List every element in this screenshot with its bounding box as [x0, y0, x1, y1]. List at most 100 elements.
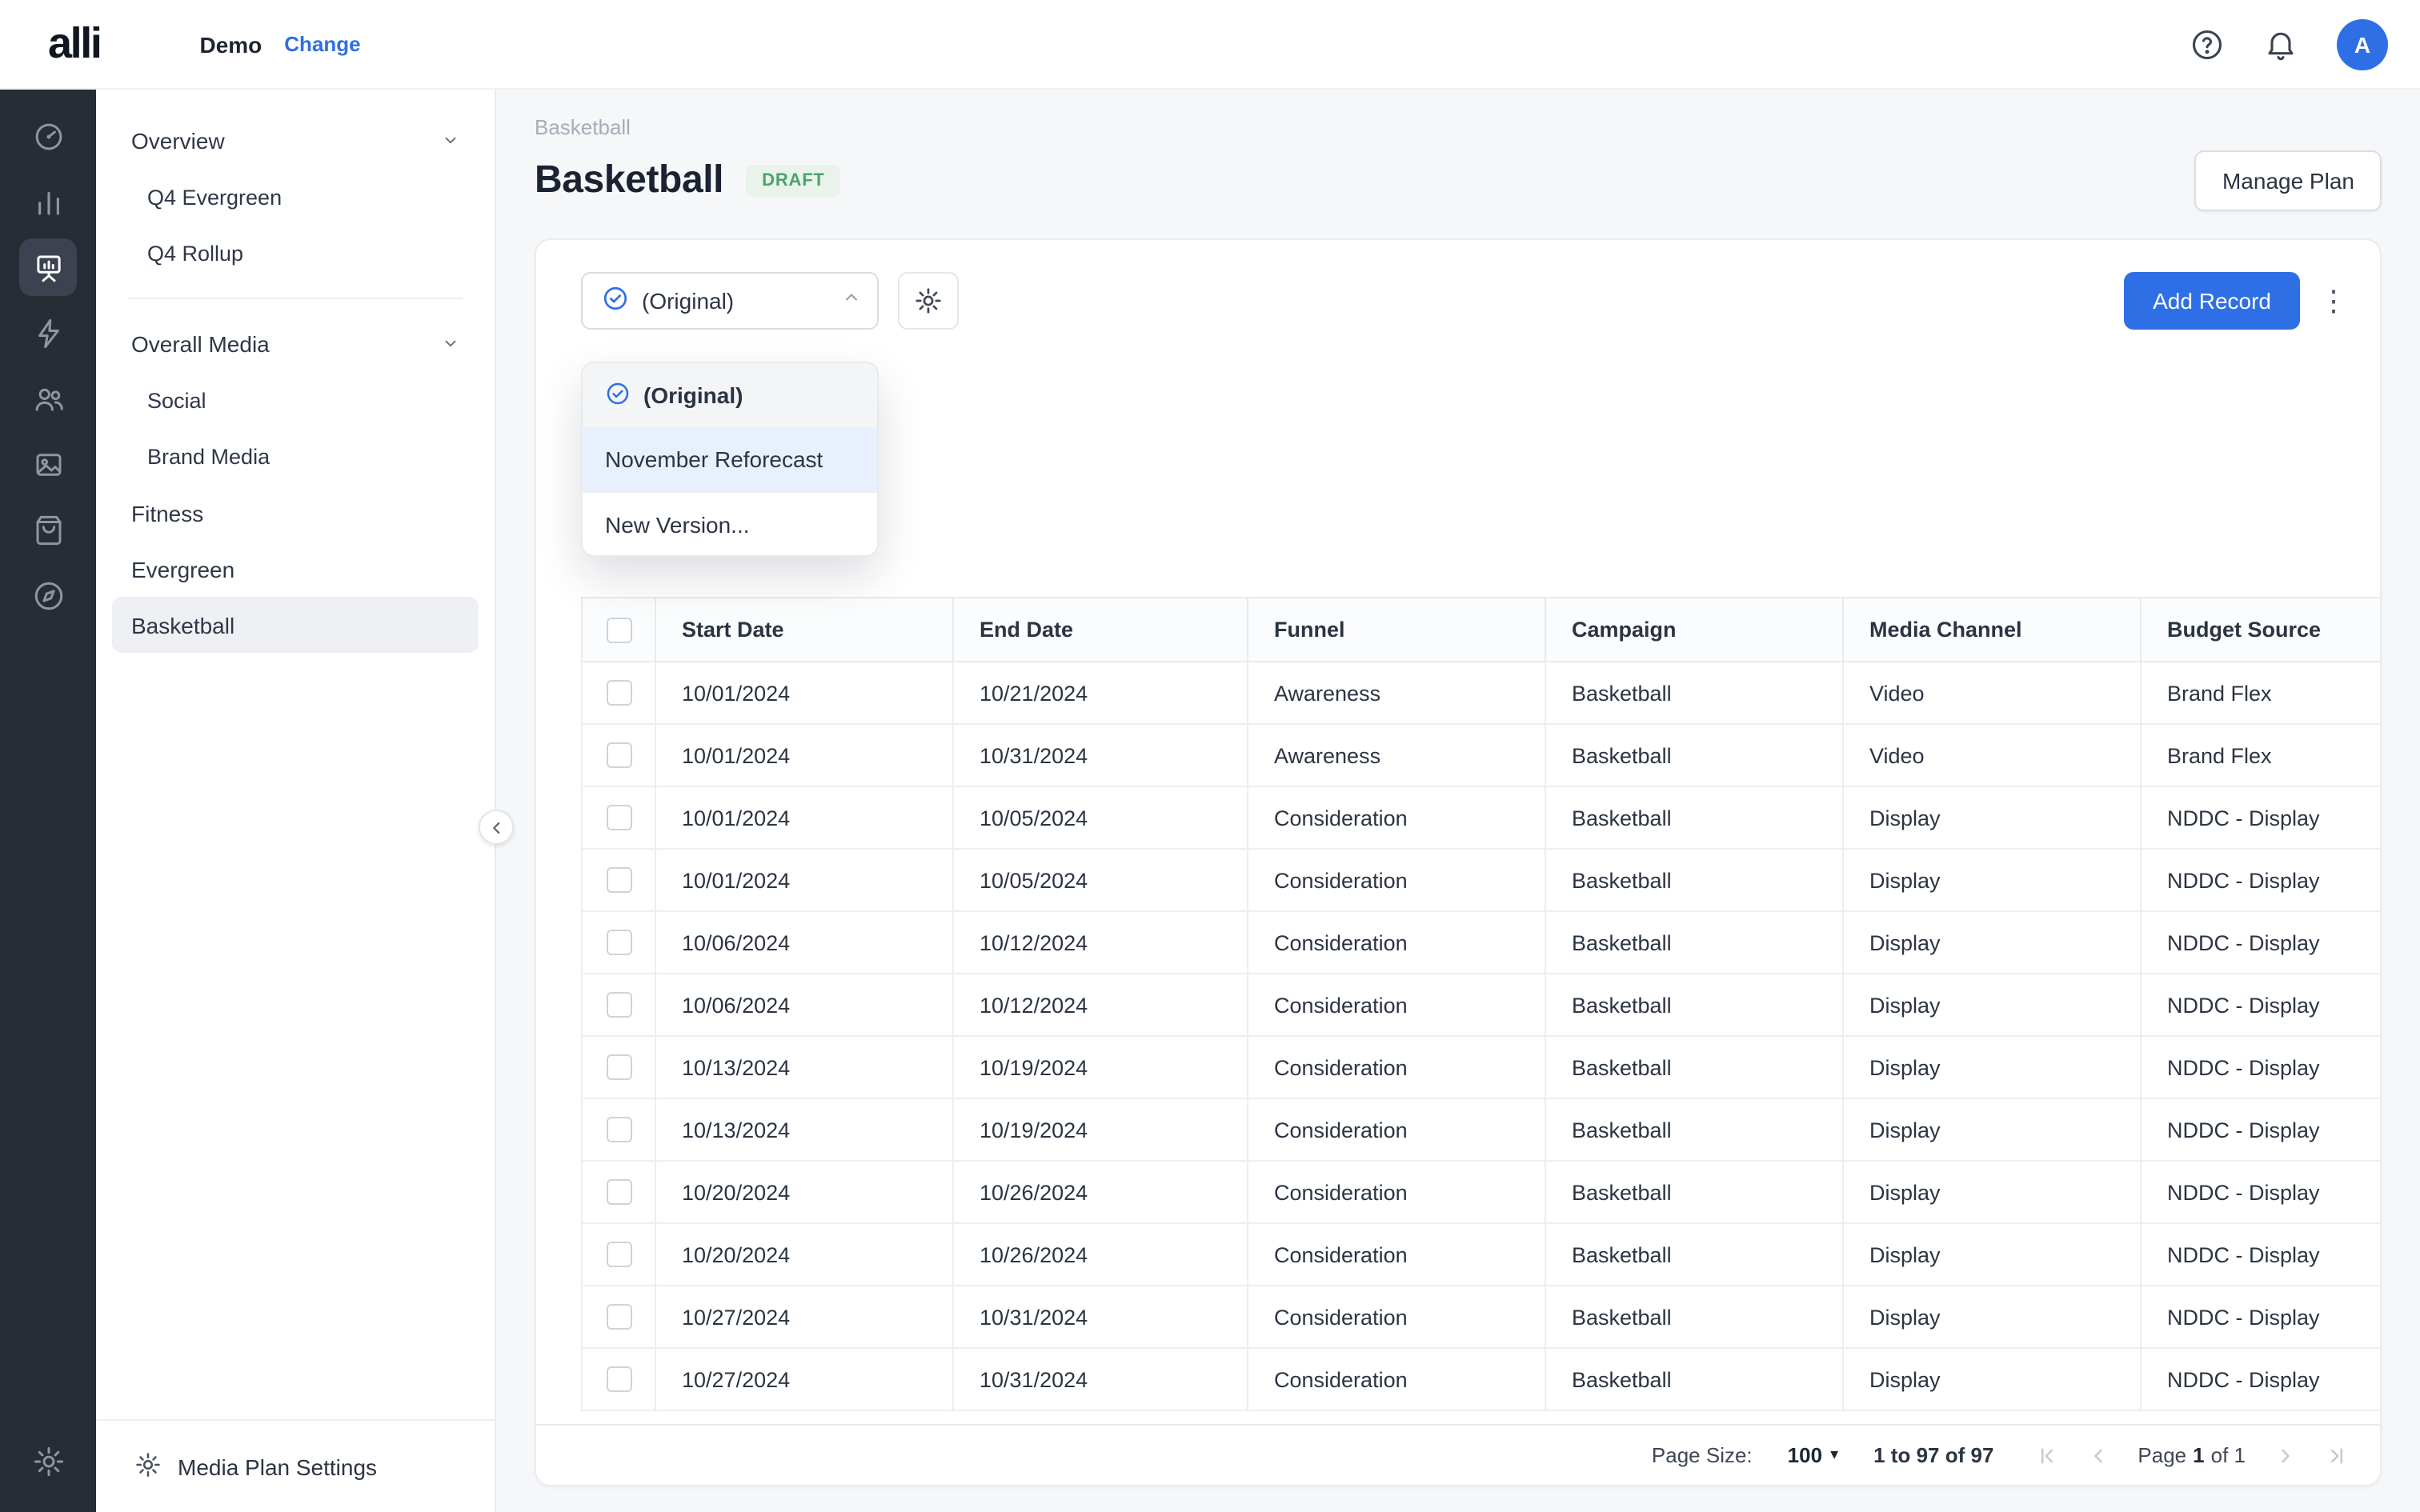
table-row: 10/01/202410/21/2024AwarenessBasketballV… [582, 662, 2380, 724]
table-cell: 10/12/2024 [953, 974, 1248, 1036]
check-circle-icon [602, 285, 629, 317]
topbar: alli Demo Change A [0, 0, 2420, 90]
version-option-november-reforecast[interactable]: November Reforecast [583, 427, 877, 491]
table-cell: 10/13/2024 [655, 1036, 953, 1098]
table-cell: NDDC - Display [2141, 911, 2380, 974]
media-plan-settings[interactable]: Media Plan Settings [96, 1419, 495, 1512]
column-header-funnel: Funnel [1248, 598, 1545, 662]
table-cell: 10/19/2024 [953, 1098, 1248, 1161]
row-checkbox[interactable] [606, 742, 631, 768]
row-checkbox[interactable] [606, 930, 631, 955]
table-cell: Awareness [1248, 724, 1545, 786]
reports-chart-icon[interactable] [19, 173, 77, 230]
table-row: 10/27/202410/31/2024ConsiderationBasketb… [582, 1286, 2380, 1348]
alli-logo: alli [48, 19, 100, 69]
row-checkbox[interactable] [606, 1117, 631, 1142]
sidebar-collapse-handle[interactable] [479, 810, 514, 845]
sidebar-item-basketball[interactable]: Basketball [112, 597, 479, 653]
column-header-start-date: Start Date [655, 598, 953, 662]
table-cell: Consideration [1248, 1223, 1545, 1286]
manage-plan-button[interactable]: Manage Plan [2195, 150, 2382, 211]
select-all-checkbox[interactable] [606, 617, 631, 642]
kebab-menu-icon[interactable]: ⋮ [2313, 272, 2354, 330]
table-cell: Display [1843, 1348, 2141, 1410]
commerce-bag-icon[interactable] [19, 501, 77, 558]
first-page-icon[interactable] [2029, 1438, 2064, 1473]
caret-down-icon: ▾ [1830, 1446, 1838, 1464]
column-header-media-channel: Media Channel [1843, 598, 2141, 662]
table-header-row: Start Date End Date Funnel Campaign Medi… [582, 598, 2380, 662]
table-cell: 10/27/2024 [655, 1348, 953, 1410]
table-cell: 10/26/2024 [953, 1161, 1248, 1223]
table-cell: 10/12/2024 [953, 911, 1248, 974]
prev-page-icon[interactable] [2080, 1438, 2115, 1473]
sidebar-item-fitness[interactable]: Fitness [112, 485, 479, 541]
table-settings-button[interactable] [898, 272, 959, 330]
user-avatar[interactable]: A [2337, 18, 2388, 70]
dashboard-icon[interactable] [19, 107, 77, 165]
version-option-original[interactable]: (Original) [583, 363, 877, 427]
sidebar-item-evergreen[interactable]: Evergreen [112, 541, 479, 597]
audiences-users-icon[interactable] [19, 370, 77, 427]
main-content: Basketball Basketball DRAFT Manage Plan [496, 90, 2420, 1512]
table-cell: 10/21/2024 [953, 662, 1248, 724]
creative-image-icon[interactable] [19, 435, 77, 493]
table-cell: NDDC - Display [2141, 1098, 2380, 1161]
table-cell: 10/06/2024 [655, 911, 953, 974]
media-plan-icon[interactable] [19, 238, 77, 296]
icon-rail [0, 90, 96, 1512]
row-checkbox[interactable] [606, 867, 631, 893]
table-cell: Basketball [1545, 1348, 1843, 1410]
table-cell: NDDC - Display [2141, 1036, 2380, 1098]
row-checkbox[interactable] [606, 1179, 631, 1205]
table-cell: NDDC - Display [2141, 1161, 2380, 1223]
page-size-select[interactable]: 100 ▾ [1788, 1443, 1838, 1467]
next-page-icon[interactable] [2268, 1438, 2303, 1473]
add-record-button[interactable]: Add Record [2124, 272, 2300, 330]
plan-card: (Original) Add Record ⋮ [535, 238, 2382, 1486]
workspace-change-link[interactable]: Change [284, 32, 360, 56]
table-cell: 10/13/2024 [655, 1098, 953, 1161]
notifications-bell-icon[interactable] [2263, 26, 2298, 62]
row-checkbox[interactable] [606, 1304, 631, 1330]
last-page-icon[interactable] [2319, 1438, 2354, 1473]
table-cell: 10/31/2024 [953, 724, 1248, 786]
table-cell: NDDC - Display [2141, 1286, 2380, 1348]
row-checkbox[interactable] [606, 1366, 631, 1392]
table-cell: Display [1843, 1161, 2141, 1223]
explore-compass-icon[interactable] [19, 566, 77, 624]
gear-icon [914, 286, 943, 315]
sidebar-section-overall-media[interactable]: Overall Media [112, 315, 479, 373]
sidebar-item-q4-evergreen[interactable]: Q4 Evergreen [112, 170, 479, 226]
version-option-new-version[interactable]: New Version... [583, 491, 877, 555]
version-select[interactable]: (Original) [581, 272, 879, 330]
row-checkbox[interactable] [606, 1054, 631, 1080]
help-icon[interactable] [2190, 26, 2225, 62]
media-plan-sidebar: Overview Q4 Evergreen Q4 Rollup Overall … [96, 90, 496, 1512]
table-cell: 10/06/2024 [655, 974, 953, 1036]
table-cell: NDDC - Display [2141, 1223, 2380, 1286]
row-checkbox[interactable] [606, 805, 631, 830]
sidebar-item-brand-media[interactable]: Brand Media [112, 429, 479, 485]
sidebar-item-q4-rollup[interactable]: Q4 Rollup [112, 226, 479, 282]
table-cell: Video [1843, 724, 2141, 786]
table-cell: Consideration [1248, 849, 1545, 911]
row-checkbox[interactable] [606, 680, 631, 706]
table-cell: Consideration [1248, 1036, 1545, 1098]
sidebar-item-social[interactable]: Social [112, 373, 479, 429]
sidebar-section-overview[interactable]: Overview [112, 112, 479, 170]
column-header-campaign: Campaign [1545, 598, 1843, 662]
settings-gear-icon[interactable] [19, 1432, 77, 1490]
table-cell: NDDC - Display [2141, 849, 2380, 911]
row-checkbox[interactable] [606, 1242, 631, 1267]
row-checkbox[interactable] [606, 992, 631, 1018]
table-row: 10/20/202410/26/2024ConsiderationBasketb… [582, 1161, 2380, 1223]
automation-lightning-icon[interactable] [19, 304, 77, 362]
table-cell: 10/20/2024 [655, 1223, 953, 1286]
card-toolbar: (Original) Add Record ⋮ [536, 240, 2380, 362]
column-header-end-date: End Date [953, 598, 1248, 662]
chevron-down-icon [442, 128, 459, 154]
table-cell: Brand Flex [2141, 724, 2380, 786]
table-cell: Basketball [1545, 1036, 1843, 1098]
sidebar-section-label: Overview [131, 128, 225, 154]
